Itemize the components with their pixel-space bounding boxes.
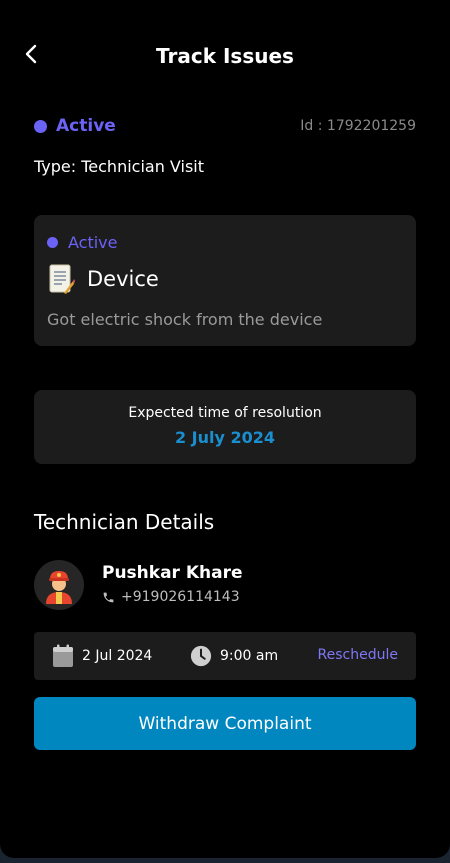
document-icon xyxy=(49,264,75,294)
issue-status-label: Active xyxy=(68,233,118,252)
resolution-label: Expected time of resolution xyxy=(128,405,322,421)
issue-description: Got electric shock from the device xyxy=(47,310,323,329)
issue-category-label: Device xyxy=(87,267,159,291)
schedule-date: 2 Jul 2024 xyxy=(52,644,152,668)
schedule-time-label: 9:00 am xyxy=(220,648,279,664)
page-title: Track Issues xyxy=(156,44,294,68)
ticket-type: Type: Technician Visit xyxy=(34,157,205,176)
resolution-date: 2 July 2024 xyxy=(174,428,276,447)
technician-name: Pushkar Khare xyxy=(102,563,243,583)
phone-icon xyxy=(103,592,114,602)
schedule-time: 9:00 am xyxy=(190,644,278,668)
technician-phone: +919026114143 xyxy=(121,589,240,605)
schedule-bar: 2 Jul 2024 9:00 am Reschedule xyxy=(34,632,416,680)
withdraw-complaint-button[interactable]: Withdraw Complaint xyxy=(34,697,416,750)
status-dot-icon xyxy=(47,237,58,248)
technician-avatar-icon xyxy=(34,560,84,610)
status-dot-icon xyxy=(34,119,47,133)
ticket-status-row: Active Id : 1792201259 xyxy=(34,116,416,136)
schedule-date-label: 2 Jul 2024 xyxy=(82,648,153,664)
ticket-status: Active xyxy=(34,116,116,136)
ticket-status-label: Active xyxy=(56,116,116,136)
resolution-card: Expected time of resolution 2 July 2024 xyxy=(34,390,416,464)
calendar-icon xyxy=(53,644,73,667)
issue-card: Active Device Got electric shock from th… xyxy=(34,215,416,346)
issue-status: Active xyxy=(47,233,118,252)
reschedule-link[interactable]: Reschedule xyxy=(318,647,398,663)
technician-phone-row[interactable]: +919026114143 xyxy=(102,589,240,605)
technician-section-title: Technician Details xyxy=(34,510,215,534)
issue-category: Device xyxy=(47,263,159,295)
clock-icon xyxy=(190,645,212,667)
ticket-id: Id : 1792201259 xyxy=(300,118,416,134)
track-issues-screen: Track Issues Active Id : 1792201259 Type… xyxy=(0,0,450,858)
